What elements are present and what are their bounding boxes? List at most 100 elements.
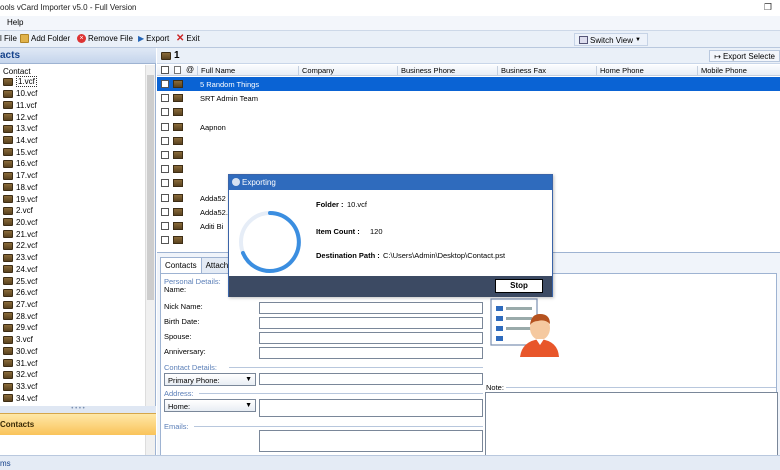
nick-name-label: Nick Name: xyxy=(164,302,203,311)
tree-item[interactable]: 25.vcf xyxy=(3,275,37,287)
tree-item[interactable]: 15.vcf xyxy=(3,146,37,158)
destination-path-value: C:\Users\Admin\Desktop\Contact.pst xyxy=(383,251,506,260)
address-label: Address: xyxy=(164,389,194,398)
emails-field[interactable] xyxy=(259,430,483,452)
folder-tree[interactable]: Contact 1.vcf 10.vcf 11.vcf 12.vcf 13.vcf 14.… xyxy=(0,65,145,455)
row-checkbox[interactable] xyxy=(161,151,169,159)
tree-item[interactable]: 13.vcf xyxy=(3,123,37,135)
add-folder-button[interactable]: Add Folder xyxy=(20,34,70,43)
window-title: ools vCard Importer v5.0 - Full Version xyxy=(0,3,137,12)
tree-item[interactable]: 19.vcf xyxy=(3,193,37,205)
table-row[interactable]: 5 Random Things xyxy=(157,77,780,92)
table-row[interactable]: SRT Admin Team xyxy=(157,91,780,105)
vcard-icon xyxy=(161,51,171,60)
row-checkbox[interactable] xyxy=(161,222,169,230)
tree-item[interactable]: 28.vcf xyxy=(3,310,37,322)
panel-splitter[interactable]: • • • • xyxy=(0,406,156,413)
column-business-fax[interactable]: Business Fax xyxy=(497,66,546,75)
divider xyxy=(194,426,483,427)
row-checkbox[interactable] xyxy=(161,207,169,216)
tree-item[interactable]: 26.vcf xyxy=(3,287,37,299)
tree-item[interactable]: 14.vcf xyxy=(3,135,37,147)
exit-button[interactable]: ✕ Exit xyxy=(176,34,200,44)
tree-item[interactable]: 1.vcf xyxy=(3,76,37,88)
folder-value: 10.vcf xyxy=(347,200,368,209)
tree-item[interactable]: 31.vcf xyxy=(3,357,37,369)
tree-item[interactable]: 33.vcf xyxy=(3,381,37,393)
menu-help[interactable]: Help xyxy=(7,18,23,27)
switch-view-button[interactable]: Switch View ▼ xyxy=(574,33,648,46)
tree-item[interactable]: 22.vcf xyxy=(3,240,37,252)
row-checkbox[interactable] xyxy=(161,136,169,145)
column-business-phone[interactable]: Business Phone xyxy=(397,66,455,75)
tree-item-label: 14.vcf xyxy=(16,135,38,145)
tree-item[interactable]: 29.vcf xyxy=(3,322,37,334)
contacts-nav-tab[interactable]: Contacts xyxy=(0,413,156,435)
anniversary-label: Anniversary: xyxy=(164,347,206,356)
tree-item-label: 24.vcf xyxy=(16,264,38,274)
tree-item[interactable]: 12.vcf xyxy=(3,111,37,123)
spouse-field[interactable] xyxy=(259,332,483,344)
address-field[interactable] xyxy=(259,399,483,417)
tree-item[interactable]: 16.vcf xyxy=(3,158,37,170)
column-full-name[interactable]: Full Name xyxy=(197,66,235,75)
stop-button[interactable]: Stop xyxy=(495,279,543,293)
dialog-title-bar: Exporting xyxy=(229,175,552,190)
tree-item[interactable]: 30.vcf xyxy=(3,346,37,358)
vcard-icon xyxy=(3,124,13,133)
row-checkbox[interactable] xyxy=(161,122,169,131)
tree-item-label: 20.vcf xyxy=(16,217,38,227)
primary-phone-field[interactable] xyxy=(259,373,483,385)
tree-item[interactable]: 2.vcf xyxy=(3,205,33,217)
tree-item[interactable]: 17.vcf xyxy=(3,170,37,182)
row-checkbox[interactable] xyxy=(161,179,169,188)
export-selected-button[interactable]: ↦ Export Selecte xyxy=(709,50,780,62)
tree-item[interactable]: 23.vcf xyxy=(3,252,37,264)
column-home-phone[interactable]: Home Phone xyxy=(596,66,644,75)
row-checkbox[interactable] xyxy=(161,193,169,202)
table-row[interactable] xyxy=(157,148,780,162)
remove-file-button[interactable]: × Remove File xyxy=(77,34,133,43)
row-checkbox[interactable] xyxy=(161,165,169,174)
tree-item[interactable]: 32.vcf xyxy=(3,369,37,381)
scrollbar-thumb[interactable] xyxy=(147,75,154,300)
address-type-select[interactable]: Home: ▼ xyxy=(164,399,256,412)
table-row[interactable] xyxy=(157,105,780,119)
note-textarea[interactable] xyxy=(485,392,778,460)
tree-item[interactable]: 24.vcf xyxy=(3,264,37,276)
row-checkbox[interactable] xyxy=(161,236,169,245)
restore-icon[interactable]: ❐ xyxy=(764,2,772,13)
tree-item[interactable]: 20.vcf xyxy=(3,217,37,229)
nick-name-field[interactable] xyxy=(259,302,483,314)
tree-item-label: 16.vcf xyxy=(16,159,38,169)
vcard-icon xyxy=(3,159,13,168)
tree-item[interactable]: 21.vcf xyxy=(3,228,37,240)
column-mobile-phone[interactable]: Mobile Phone xyxy=(697,66,747,75)
tree-item[interactable]: 11.vcf xyxy=(3,99,37,111)
export-button[interactable]: ▶ Export xyxy=(138,34,169,43)
row-checkbox[interactable] xyxy=(161,94,169,103)
row-checkbox[interactable] xyxy=(161,80,169,88)
table-row[interactable]: Aapnon xyxy=(157,120,780,134)
attachment-icon: @ xyxy=(186,65,195,74)
column-company[interactable]: Company xyxy=(298,66,334,75)
tree-item[interactable]: 10.vcf xyxy=(3,88,37,100)
vcard-icon xyxy=(173,207,183,216)
tree-item[interactable]: 27.vcf xyxy=(3,299,37,311)
table-row[interactable] xyxy=(157,134,780,148)
anniversary-field[interactable] xyxy=(259,347,483,359)
divider xyxy=(229,367,483,368)
tab-contacts[interactable]: Contacts xyxy=(160,257,202,273)
select-all-checkbox[interactable] xyxy=(161,66,169,74)
add-file-button[interactable]: l File xyxy=(0,34,17,43)
tree-scrollbar[interactable] xyxy=(145,65,155,455)
tree-item[interactable]: 34.vcf xyxy=(3,392,37,404)
tree-item-label: 34.vcf xyxy=(16,393,38,403)
dialog-title: Exporting xyxy=(242,178,276,187)
tree-root[interactable]: Contact xyxy=(3,67,31,76)
row-checkbox[interactable] xyxy=(161,108,169,117)
primary-phone-select[interactable]: Primary Phone: ▼ xyxy=(164,373,256,386)
birth-date-field[interactable] xyxy=(259,317,483,329)
tree-item[interactable]: 3.vcf xyxy=(3,334,33,346)
tree-item[interactable]: 18.vcf xyxy=(3,181,37,193)
